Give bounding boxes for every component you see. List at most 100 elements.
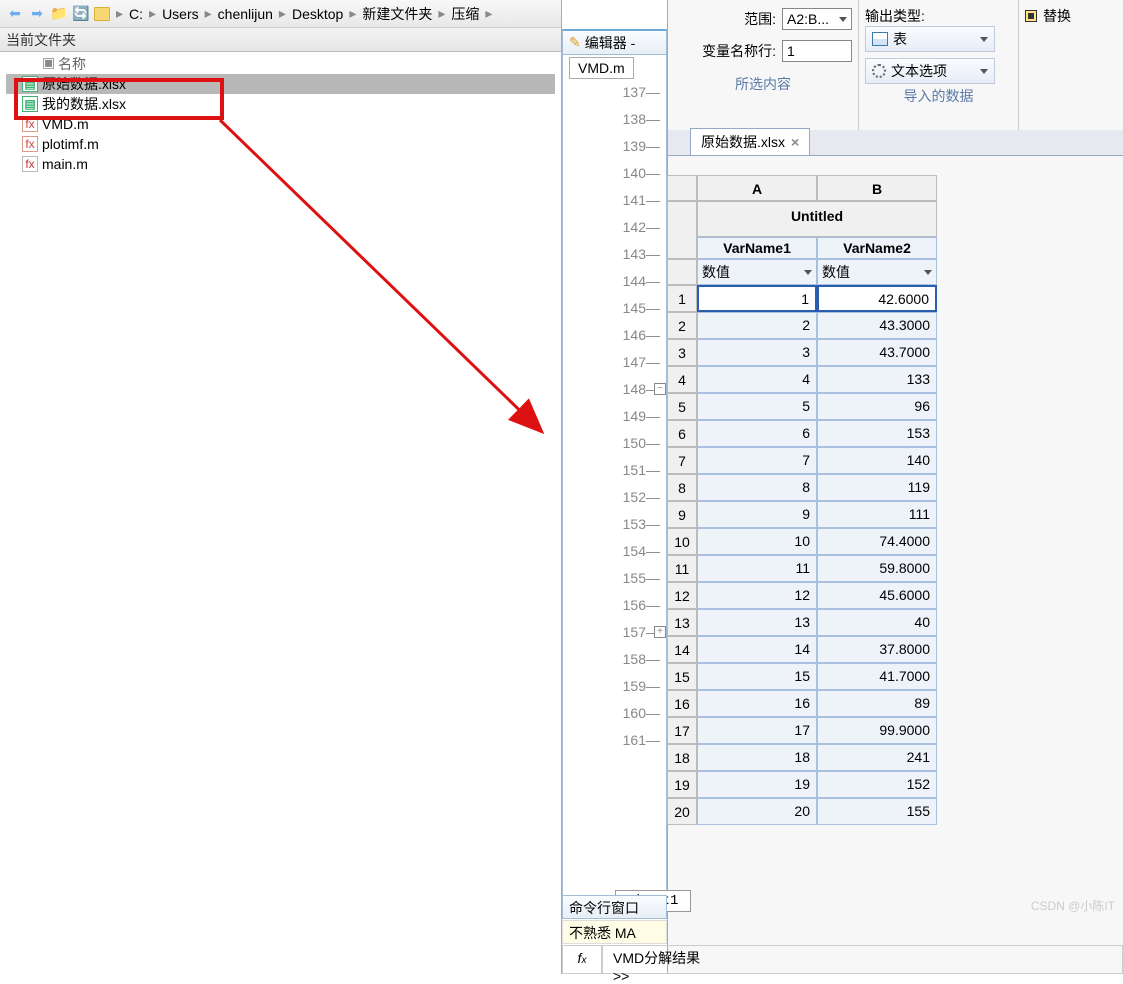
back-icon[interactable]: ⬅ bbox=[6, 5, 24, 23]
col-header-a[interactable]: A bbox=[697, 175, 817, 201]
breadcrumb-segment[interactable]: C: bbox=[129, 6, 143, 22]
cell[interactable]: 43.7000 bbox=[817, 339, 937, 366]
cell[interactable]: 7 bbox=[697, 447, 817, 474]
table-row[interactable]: 99111 bbox=[667, 501, 937, 528]
row-number[interactable]: 12 bbox=[667, 582, 697, 609]
row-number[interactable]: 16 bbox=[667, 690, 697, 717]
row-number[interactable]: 11 bbox=[667, 555, 697, 582]
row-number[interactable]: 9 bbox=[667, 501, 697, 528]
cell[interactable]: 89 bbox=[817, 690, 937, 717]
table-row[interactable]: 151541.7000 bbox=[667, 663, 937, 690]
cell[interactable]: 41.7000 bbox=[817, 663, 937, 690]
cell[interactable]: 11 bbox=[697, 555, 817, 582]
breadcrumb-segment[interactable]: 新建文件夹 bbox=[362, 4, 432, 24]
table-row[interactable]: 1142.6000 bbox=[667, 285, 937, 312]
cell[interactable]: 5 bbox=[697, 393, 817, 420]
row-number[interactable]: 15 bbox=[667, 663, 697, 690]
table-row[interactable]: 171799.9000 bbox=[667, 717, 937, 744]
cell[interactable]: 4 bbox=[697, 366, 817, 393]
cell[interactable]: 155 bbox=[817, 798, 937, 825]
row-number[interactable]: 3 bbox=[667, 339, 697, 366]
expand-icon[interactable]: ▣ bbox=[42, 54, 54, 74]
up-folder-icon[interactable]: 📁 bbox=[50, 5, 68, 23]
cell[interactable]: 20 bbox=[697, 798, 817, 825]
row-number[interactable]: 19 bbox=[667, 771, 697, 798]
row-number[interactable]: 7 bbox=[667, 447, 697, 474]
refresh-icon[interactable]: 🔄 bbox=[72, 5, 90, 23]
col-header-b[interactable]: B bbox=[817, 175, 937, 201]
cell[interactable]: 6 bbox=[697, 420, 817, 447]
table-row[interactable]: 5596 bbox=[667, 393, 937, 420]
row-number[interactable]: 18 bbox=[667, 744, 697, 771]
table-row[interactable]: 77140 bbox=[667, 447, 937, 474]
cell[interactable]: 99.9000 bbox=[817, 717, 937, 744]
row-number[interactable]: 6 bbox=[667, 420, 697, 447]
varname-row-input[interactable] bbox=[782, 40, 852, 62]
breadcrumb[interactable]: C:▸Users▸chenlijun▸Desktop▸新建文件夹▸压缩▸ bbox=[129, 4, 494, 24]
cell[interactable]: 1 bbox=[697, 285, 817, 312]
cell[interactable]: 74.4000 bbox=[817, 528, 937, 555]
table-row[interactable]: 1818241 bbox=[667, 744, 937, 771]
cell[interactable]: 241 bbox=[817, 744, 937, 771]
cell[interactable]: 2 bbox=[697, 312, 817, 339]
file-list-header[interactable]: ▣ 名称 bbox=[6, 54, 555, 74]
breadcrumb-segment[interactable]: 压缩 bbox=[451, 4, 479, 24]
row-number[interactable]: 14 bbox=[667, 636, 697, 663]
cell[interactable]: 43.3000 bbox=[817, 312, 937, 339]
table-row[interactable]: 141437.8000 bbox=[667, 636, 937, 663]
breadcrumb-segment[interactable]: Desktop bbox=[292, 6, 343, 22]
fold-icon[interactable]: − bbox=[654, 383, 666, 395]
breadcrumb-segment[interactable]: chenlijun bbox=[218, 6, 273, 22]
row-number[interactable]: 20 bbox=[667, 798, 697, 825]
table-row[interactable]: 1919152 bbox=[667, 771, 937, 798]
row-number[interactable]: 10 bbox=[667, 528, 697, 555]
table-row[interactable]: 131340 bbox=[667, 609, 937, 636]
unfamiliar-banner[interactable]: 不熟悉 MA bbox=[562, 920, 667, 944]
close-icon[interactable]: × bbox=[791, 134, 799, 150]
table-row[interactable]: 101074.4000 bbox=[667, 528, 937, 555]
row-number[interactable]: 4 bbox=[667, 366, 697, 393]
col-type-2[interactable]: 数值 bbox=[817, 259, 937, 285]
replace-checkbox[interactable] bbox=[1025, 10, 1037, 22]
row-number[interactable]: 8 bbox=[667, 474, 697, 501]
cell[interactable]: 3 bbox=[697, 339, 817, 366]
cell[interactable]: 42.6000 bbox=[817, 285, 937, 312]
cell[interactable]: 16 bbox=[697, 690, 817, 717]
cell[interactable]: 140 bbox=[817, 447, 937, 474]
cell[interactable]: 8 bbox=[697, 474, 817, 501]
cell[interactable]: 19 bbox=[697, 771, 817, 798]
var-header-2[interactable]: VarName2 bbox=[817, 237, 937, 259]
cell[interactable]: 40 bbox=[817, 609, 937, 636]
cell[interactable]: 12 bbox=[697, 582, 817, 609]
cell[interactable]: 133 bbox=[817, 366, 937, 393]
row-number[interactable]: 2 bbox=[667, 312, 697, 339]
cell[interactable]: 14 bbox=[697, 636, 817, 663]
row-number[interactable]: 17 bbox=[667, 717, 697, 744]
cell[interactable]: 111 bbox=[817, 501, 937, 528]
cell[interactable]: 9 bbox=[697, 501, 817, 528]
cell[interactable]: 13 bbox=[697, 609, 817, 636]
range-input[interactable]: A2:B... bbox=[782, 8, 852, 30]
forward-icon[interactable]: ➡ bbox=[28, 5, 46, 23]
cell[interactable]: 18 bbox=[697, 744, 817, 771]
breadcrumb-segment[interactable]: Users bbox=[162, 6, 199, 22]
cell[interactable]: 45.6000 bbox=[817, 582, 937, 609]
var-header-1[interactable]: VarName1 bbox=[697, 237, 817, 259]
table-row[interactable]: 2243.3000 bbox=[667, 312, 937, 339]
cell[interactable]: 153 bbox=[817, 420, 937, 447]
col-type-1[interactable]: 数值 bbox=[697, 259, 817, 285]
cell[interactable]: 119 bbox=[817, 474, 937, 501]
table-row[interactable]: 66153 bbox=[667, 420, 937, 447]
text-options-dropdown[interactable]: 文本选项 bbox=[865, 58, 995, 84]
fold-icon[interactable]: + bbox=[654, 626, 666, 638]
table-row[interactable]: 88119 bbox=[667, 474, 937, 501]
table-row[interactable]: 161689 bbox=[667, 690, 937, 717]
output-type-dropdown[interactable]: 表 bbox=[865, 26, 995, 52]
row-number[interactable]: 1 bbox=[667, 285, 697, 312]
table-row[interactable]: 2020155 bbox=[667, 798, 937, 825]
import-file-tab[interactable]: 原始数据.xlsx × bbox=[690, 128, 810, 155]
table-row[interactable]: 3343.7000 bbox=[667, 339, 937, 366]
table-row[interactable]: 44133 bbox=[667, 366, 937, 393]
cell[interactable]: 10 bbox=[697, 528, 817, 555]
cell[interactable]: 17 bbox=[697, 717, 817, 744]
